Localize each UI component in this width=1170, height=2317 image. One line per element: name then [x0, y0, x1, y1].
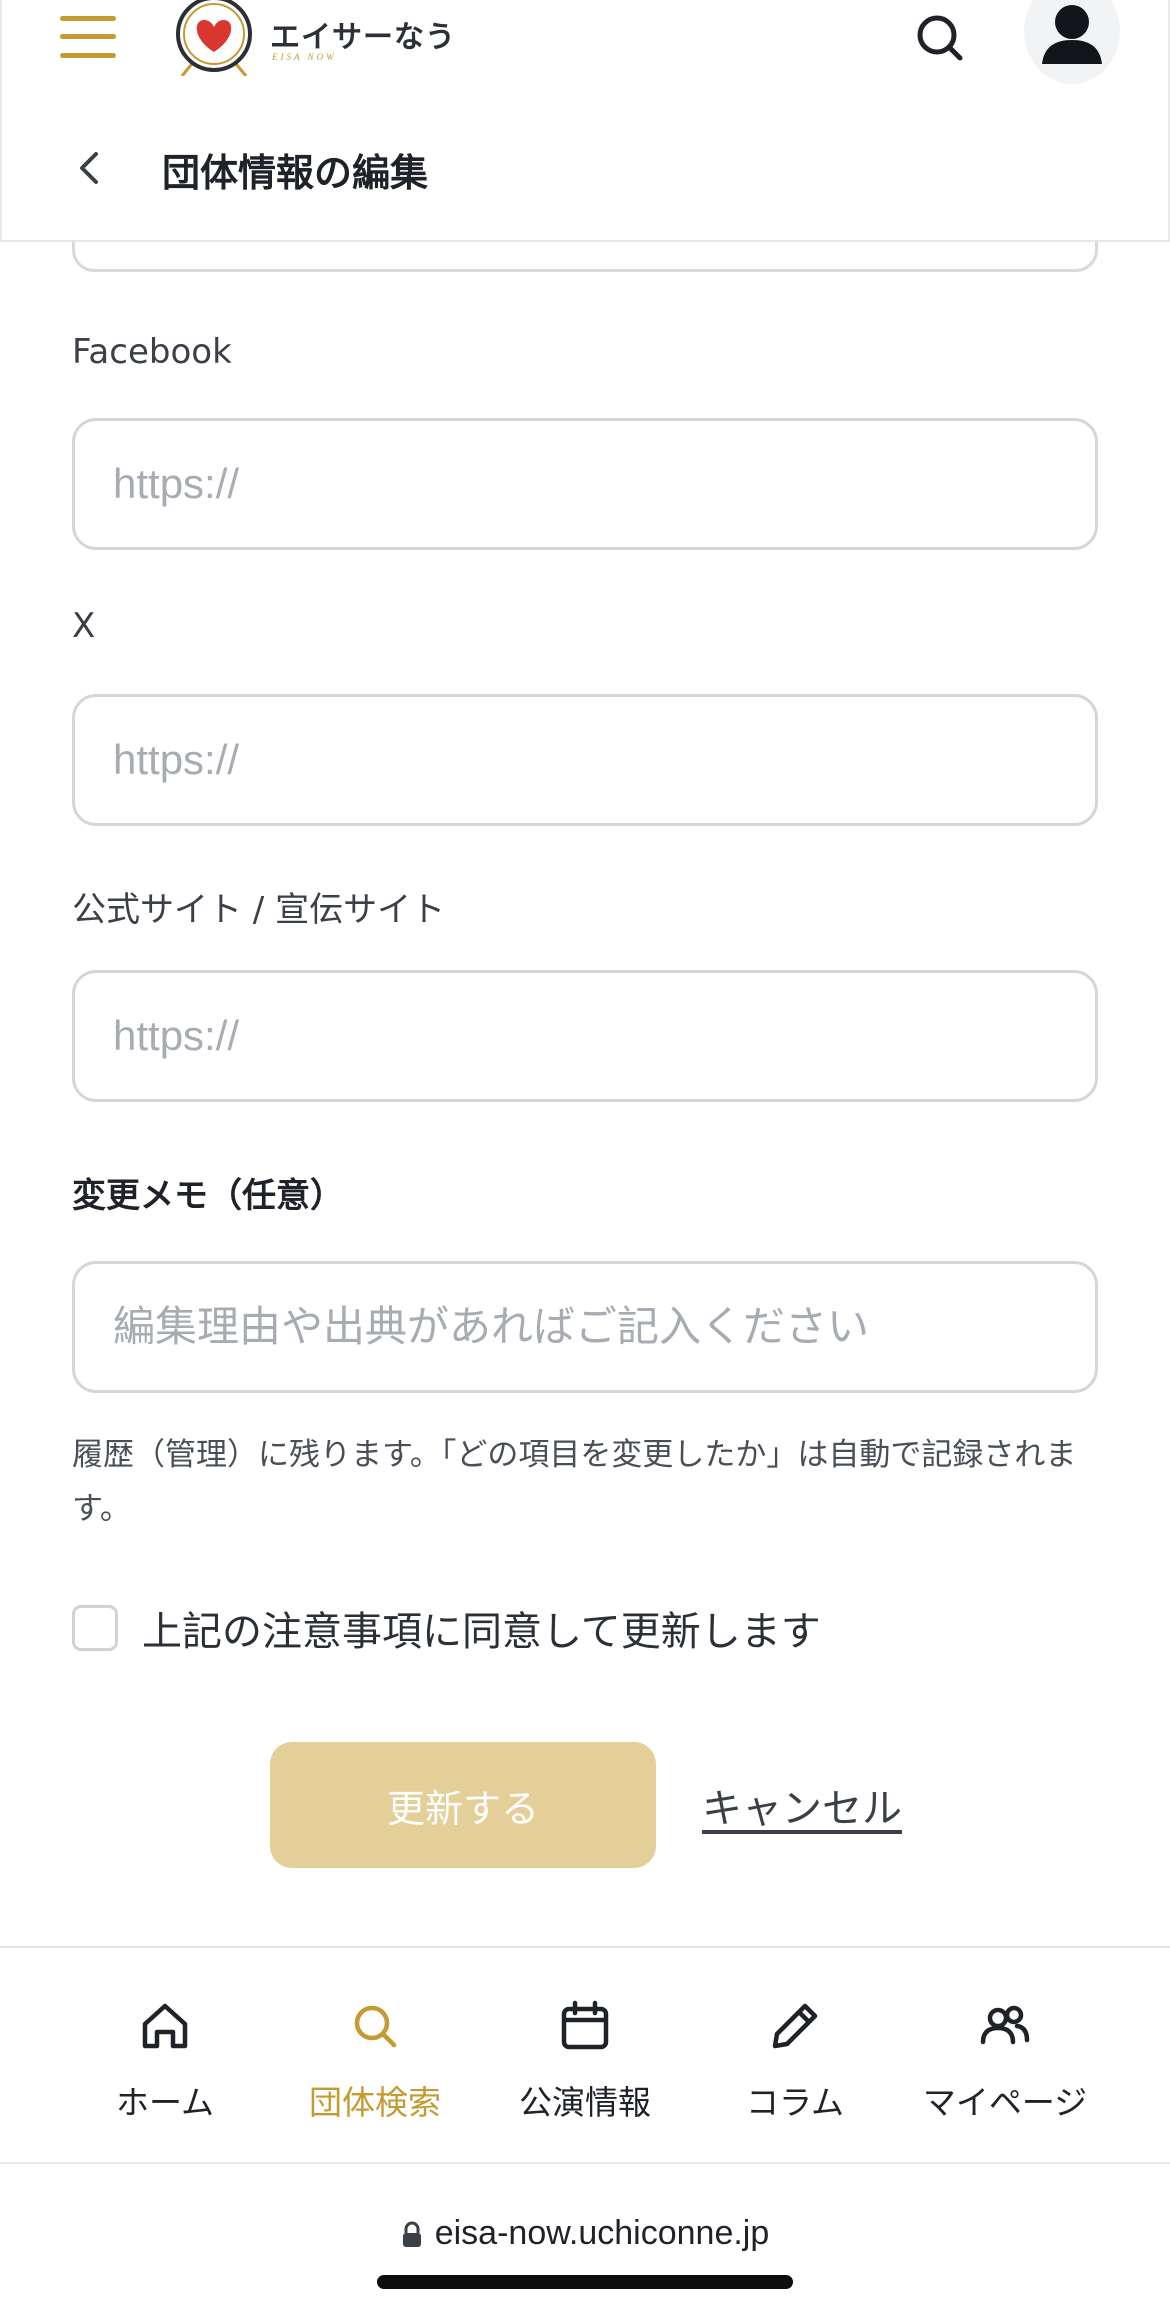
chevron-left-icon — [80, 152, 98, 184]
url-text: eisa-now.uchiconne.jp — [434, 2214, 770, 2252]
facebook-label: Facebook — [72, 332, 232, 372]
x-url-input[interactable] — [72, 694, 1098, 826]
users-icon — [980, 2005, 1030, 2045]
home-icon — [142, 2003, 188, 2049]
home-indicator — [377, 2275, 793, 2289]
logo-text: エイサーなう — [270, 20, 456, 55]
official-site-label: 公式サイト / 宣伝サイト — [72, 890, 446, 930]
agree-checkbox-row[interactable]: 上記の注意事項に同意して更新します — [72, 1602, 821, 1655]
nav-group-search[interactable]: 団体検索 — [270, 1948, 480, 2164]
facebook-url-input[interactable] — [72, 418, 1098, 550]
nav-mypage[interactable]: マイページ — [900, 1948, 1110, 2164]
back-button[interactable] — [72, 148, 108, 188]
user-icon — [1042, 5, 1102, 64]
official-site-url-input[interactable] — [72, 970, 1098, 1102]
heart-drum-logo-icon — [176, 0, 252, 76]
bottom-nav: ホーム 団体検索 公演情報 コラム マイページ — [0, 1946, 1170, 2162]
change-memo-input[interactable] — [72, 1261, 1098, 1393]
nav-home[interactable]: ホーム — [60, 1948, 270, 2164]
nav-performances[interactable]: 公演情報 — [480, 1948, 690, 2164]
header-search-button[interactable] — [910, 8, 970, 68]
calendar-icon — [561, 2000, 609, 2050]
history-help-text: 履歴（管理）に残ります。「どの項目を変更したか」は自動で記録されます。 — [72, 1437, 1077, 1527]
menu-icon[interactable] — [60, 14, 118, 60]
search-icon — [354, 2005, 397, 2048]
x-label: X — [72, 606, 96, 646]
page-title: 団体情報の編集 — [162, 151, 429, 195]
pencil-icon — [772, 2003, 818, 2049]
nav-column[interactable]: コラム — [690, 1948, 900, 2164]
logo[interactable]: エイサーなう EISA NOW — [172, 0, 455, 80]
cancel-link[interactable]: キャンセル — [702, 1776, 902, 1834]
nav-mypage-label: マイページ — [922, 2083, 1088, 2122]
page: エイサーなう EISA NOW 団体情報の編集 Facebook X 公式サイト — [0, 0, 1170, 2317]
update-button[interactable]: 更新する — [270, 1742, 656, 1868]
avatar-button[interactable] — [1024, 0, 1120, 84]
search-icon — [917, 15, 963, 61]
browser-url-bar[interactable]: eisa-now.uchiconne.jp — [0, 2162, 1170, 2317]
logo-subtext: EISA NOW — [272, 52, 337, 62]
agree-label: 上記の注意事項に同意して更新します — [142, 1609, 821, 1655]
lock-icon — [402, 2221, 421, 2248]
app-header: エイサーなう EISA NOW 団体情報の編集 — [0, 0, 1170, 242]
agree-checkbox[interactable] — [72, 1605, 118, 1651]
change-memo-label: 変更メモ（任意） — [72, 1176, 344, 1216]
